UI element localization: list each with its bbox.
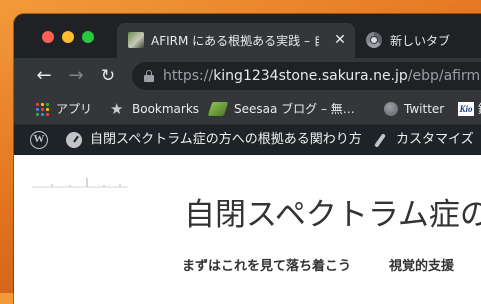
star-icon: ★: [110, 100, 124, 118]
reload-icon[interactable]: ↻: [96, 64, 120, 88]
browser-toolbar: ← → ↻ https://king1234stone.sakura.ne.jp…: [14, 58, 481, 94]
url-host: king1234stone.sakura.ne.jp: [213, 68, 408, 84]
lock-icon[interactable]: [144, 70, 154, 82]
browser-window: AFIRM にある根拠ある実践 – 自閉 ✕ 新しいタブ ← → ↻ https…: [14, 14, 481, 304]
bookmark-label: Seesaa ブログ – 無…: [234, 102, 355, 116]
apps-grid-icon: [36, 103, 49, 116]
nav-link-first-steps[interactable]: まずはこれを見て落ち着こう: [182, 258, 351, 276]
tab-strip: AFIRM にある根拠ある実践 – 自閉 ✕ 新しいタブ: [14, 14, 481, 58]
tab-title: AFIRM にある根拠ある実践 – 自閉: [151, 34, 319, 48]
paintbrush-icon: [374, 133, 386, 148]
page-title: 自閉スペクトラム症の: [184, 197, 481, 233]
wp-site-name-label: 自閉スペクトラム症の方への根拠ある関わり方: [90, 132, 362, 147]
bookmark-label: アプリ: [56, 102, 93, 116]
back-arrow-icon[interactable]: ←: [32, 64, 56, 88]
dashboard-icon: [66, 132, 82, 148]
header-decoration: [32, 178, 128, 188]
kio-icon: Kio: [458, 102, 474, 116]
seesaa-icon: [207, 102, 229, 116]
wp-admin-bar: W 自閉スペクトラム症の方への根拠ある関わり方 カスタマイズ: [14, 125, 481, 155]
wp-customize-label: カスタマイズ: [396, 132, 474, 147]
site-thumbnail-icon: [128, 32, 144, 48]
forward-arrow-icon[interactable]: →: [64, 64, 88, 88]
bookmarks-bar: アプリ ★ Bookmarks Seesaa ブログ – 無… Twitter …: [14, 94, 481, 125]
zoom-window-button[interactable]: [82, 31, 94, 43]
page-content: 自閉スペクトラム症の まずはこれを見て落ち着こう 視覚的支援: [14, 155, 481, 304]
minimize-window-button[interactable]: [62, 31, 74, 43]
close-window-button[interactable]: [42, 31, 54, 43]
url-scheme: https://: [163, 68, 214, 84]
bookmark-label: Bookmarks: [132, 102, 200, 116]
globe-icon: [384, 102, 398, 116]
nav-link-visual-support[interactable]: 視覚的支援: [389, 258, 454, 276]
close-tab-icon[interactable]: ✕: [331, 31, 349, 49]
tab-afirm[interactable]: AFIRM にある根拠ある実践 – 自閉 ✕: [117, 23, 355, 58]
url-path: /ebp/afirm: [407, 68, 481, 84]
bookmark-label: Twitter: [404, 102, 445, 116]
tab-title: 新しいタブ: [390, 34, 451, 48]
url-text[interactable]: https://king1234stone.sakura.ne.jp/ebp/a…: [163, 67, 480, 85]
wordpress-logo-icon[interactable]: W: [30, 131, 48, 149]
chrome-icon: [366, 32, 382, 48]
address-bar[interactable]: https://king1234stone.sakura.ne.jp/ebp/a…: [132, 62, 481, 90]
tab-new-tab[interactable]: 新しいタブ: [362, 23, 481, 58]
